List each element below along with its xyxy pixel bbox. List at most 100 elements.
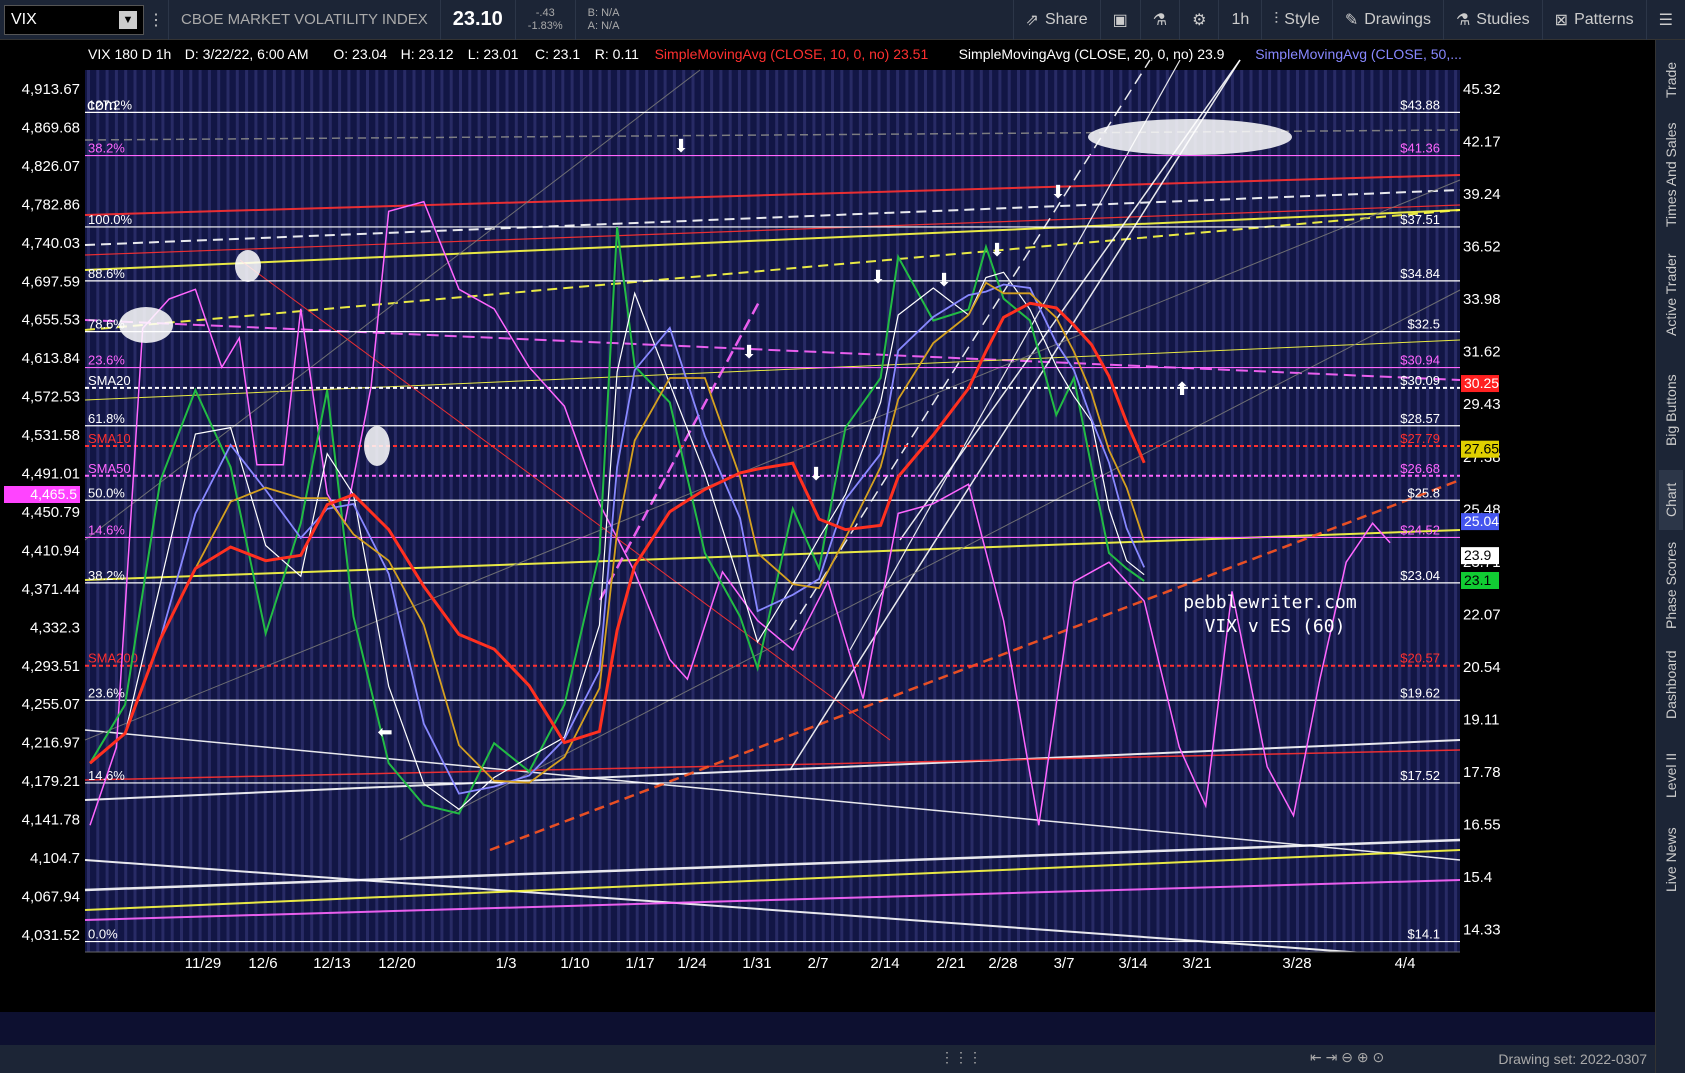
session-stripe [412, 70, 416, 952]
session-stripe [1258, 70, 1262, 952]
session-stripe [1323, 70, 1327, 952]
left-axis-tick: 4,371.44 [22, 581, 80, 598]
arrow-down-icon: ⬇ [808, 464, 823, 484]
menu-button[interactable]: ☰ [1645, 0, 1685, 40]
session-stripe [291, 70, 295, 952]
link-icon[interactable]: ⋮ [144, 0, 168, 40]
sidebar-tab-times-and-sales[interactable]: Times And Sales [1659, 120, 1683, 230]
session-stripe [235, 70, 239, 952]
patterns-button[interactable]: ⊠ Patterns [1541, 0, 1646, 40]
interval-button[interactable]: 1h [1218, 0, 1261, 40]
session-stripe [319, 70, 323, 952]
arrow-up-icon: ⬆ [1174, 379, 1189, 399]
session-stripe [142, 70, 146, 952]
level-left-label: 0.0% [88, 927, 118, 942]
sidebar-tab-level-ii[interactable]: Level II [1659, 740, 1683, 810]
x-axis-tick: 11/29 [185, 955, 221, 972]
ask-value: A: N/A [587, 19, 620, 32]
session-stripe [849, 70, 853, 952]
session-stripe [942, 70, 946, 952]
header-low: L: 23.01 [468, 46, 519, 62]
chevron-down-icon[interactable]: ▼ [119, 10, 137, 29]
session-stripe [1240, 70, 1244, 952]
interval-label: 1h [1231, 10, 1250, 28]
level-left-label: 38.2% [88, 141, 125, 156]
flask-button[interactable]: ⚗ [1139, 0, 1179, 40]
left-axis-tick: 4,410.94 [22, 542, 80, 559]
session-stripe [1351, 70, 1355, 952]
style-button[interactable]: ⫶ Style [1261, 0, 1332, 40]
session-stripe [1110, 70, 1113, 952]
highlight-ellipse [364, 426, 390, 466]
level-left-label: SMA50 [88, 461, 131, 476]
layout-button[interactable]: ▣ [1099, 0, 1140, 40]
session-stripe [468, 70, 472, 952]
highlight-ellipse [235, 250, 261, 282]
session-stripe [561, 70, 565, 952]
sidebar-tab-big-buttons[interactable]: Big Buttons [1659, 360, 1683, 460]
session-stripe [96, 70, 100, 952]
session-stripe [1268, 70, 1272, 952]
right-axis-tick: 42.17 [1463, 133, 1501, 150]
zoom-controls-icon[interactable]: ⇤ ⇥ ⊖ ⊕ ⊙ [1310, 1049, 1384, 1066]
session-stripe [1398, 70, 1402, 952]
session-stripe [449, 70, 453, 952]
sidebar-tab-chart[interactable]: Chart [1659, 470, 1683, 530]
session-stripe [803, 70, 807, 952]
chart-header: VIX 180 D 1h D: 3/22/22, 6:00 AM O: 23.04 H… [88, 46, 1462, 62]
sidebar-tab-dashboard[interactable]: Dashboard [1659, 640, 1683, 730]
level-right-label: $43.88 [1400, 97, 1440, 112]
left-axis-tick: 4,332.3 [30, 619, 80, 636]
level-right-label: $14.1 [1407, 927, 1440, 942]
left-axis-tick: 4,293.51 [22, 658, 80, 675]
session-stripe [477, 70, 481, 952]
arrow-down-icon: ⬇ [989, 240, 1004, 260]
session-stripe [989, 70, 993, 952]
session-stripe [1212, 70, 1216, 952]
level-right-label: $34.84 [1400, 266, 1440, 281]
scroll-handle-icon[interactable]: ⋮⋮⋮ [940, 1049, 982, 1066]
x-axis-tick: 1/17 [625, 955, 654, 972]
right-axis-tick: 16.55 [1463, 817, 1501, 834]
session-stripe [1370, 70, 1374, 952]
right-axis-tick: 19.11 [1463, 711, 1499, 728]
right-axis-badge-text: 23.1 [1464, 572, 1491, 588]
session-stripe [1454, 70, 1458, 952]
left-axis-tick: 4,179.21 [22, 773, 80, 790]
x-axis-tick: 3/14 [1118, 955, 1147, 972]
session-stripe [328, 70, 332, 952]
session-stripe [719, 70, 723, 952]
toolbar: VIX ▼ ⋮ CBOE MARKET VOLATILITY INDEX 23.… [0, 0, 1685, 40]
symbol-selector[interactable]: VIX ▼ [4, 4, 144, 35]
session-stripe [133, 70, 137, 952]
session-stripe [979, 70, 983, 952]
left-axis-tick: 4,572.53 [22, 389, 80, 406]
level-right-label: $20.57 [1400, 651, 1440, 666]
plot-background [85, 70, 1460, 952]
studies-button[interactable]: ⚗ Studies [1442, 0, 1542, 40]
sidebar-tab-live-news[interactable]: Live News [1659, 820, 1683, 900]
left-axis-tick: 4,141.78 [22, 812, 80, 829]
level-right-label: $37.51 [1400, 212, 1440, 227]
arrow-down-icon: ⬇ [741, 342, 756, 362]
drawings-button[interactable]: ✎ Drawings [1331, 0, 1443, 40]
left-axis-tick: 4,697.59 [22, 273, 80, 290]
drawing-set-label: Drawing set: 2022-0307 [1498, 1051, 1647, 1067]
session-stripe [273, 70, 276, 952]
sidebar-tab-phase-scores[interactable]: Phase Scores [1659, 540, 1683, 630]
session-stripe [1054, 70, 1058, 952]
session-stripe [393, 70, 397, 952]
session-stripe [1017, 70, 1020, 952]
studies-label: Studies [1476, 10, 1530, 28]
session-stripe [663, 70, 667, 952]
session-stripe [245, 70, 249, 952]
sidebar-tab-active-trader[interactable]: Active Trader [1659, 240, 1683, 350]
level-right-label: $30.94 [1400, 353, 1440, 368]
es-price-badge-text: 4,465.5 [30, 486, 77, 502]
settings-button[interactable]: ⚙ [1179, 0, 1218, 40]
share-button[interactable]: ⇗ Share [1012, 0, 1100, 40]
study-legend-3: SimpleMovingAvg (CLOSE, 50,... [1255, 46, 1462, 62]
session-stripe [933, 70, 937, 952]
chart-area[interactable]: VIX 180 D 1h D: 3/22/22, 6:00 AM O: 23.04 H… [0, 40, 1655, 1045]
sidebar-tab-trade[interactable]: Trade [1659, 50, 1683, 110]
